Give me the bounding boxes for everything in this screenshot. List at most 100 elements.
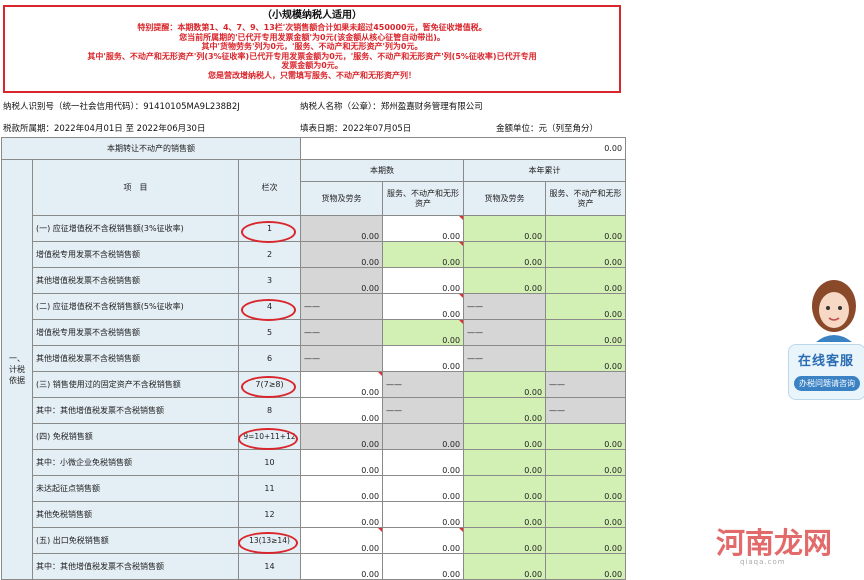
highlight-oval [241, 299, 296, 321]
transfer-realestate-label: 本期转让不动产的销售额 [0, 137, 302, 160]
cell-services-ytd: —— [545, 397, 627, 424]
row-label: 未达起征点销售额 [32, 475, 239, 502]
cell-goods-current: 0.00 [300, 215, 384, 242]
reminder-panel: （小规模纳税人适用） 特别提醒：本期数第1、4、7、9、13栏'次销售额合计如果… [3, 5, 621, 93]
row-label: (一) 应征增值税不含税销售额(3%征收率) [32, 215, 239, 242]
cell-services-current[interactable]: 0.00 [382, 501, 465, 528]
ytd-header: 本年累计 [463, 159, 627, 182]
row-column-no: 11 [237, 475, 302, 502]
cell-services-ytd: 0.00 [545, 553, 627, 580]
cell-services-ytd: 0.00 [545, 293, 627, 320]
table-row: (一) 应征增值税不含税销售额(3%征收率) 1 0.00 0.00 0.00 … [2, 215, 627, 242]
taxpayer-id-label: 纳税人识别号（统一社会信用代码）： [3, 102, 144, 112]
cell-goods-current: —— [300, 319, 384, 346]
reminder-line: 其中'服务、不动产和无形资产'列(3%征收率)已代开专用发票金额为0元，'服务、… [87, 51, 537, 61]
reminder-line: 发票金额为0元。 [281, 61, 343, 70]
cell-services-ytd: 0.00 [545, 345, 627, 372]
cell-services-current[interactable]: 0.00 [382, 267, 465, 294]
row-label: 增值税专用发票不含税销售额 [32, 319, 239, 346]
row-column-no: 6 [237, 345, 302, 372]
cell-goods-ytd: —— [463, 293, 547, 320]
cell-goods-current: 0.00 [300, 423, 384, 450]
table-row: 其他免税销售额 12 0.00 0.00 0.00 0.00 [2, 501, 627, 528]
cell-goods-ytd: 0.00 [463, 371, 547, 398]
cell-services-current[interactable]: 0.00 [382, 527, 465, 554]
service-title: 在线客服 [798, 354, 855, 369]
cell-services-current[interactable]: 0.00 [382, 553, 465, 580]
cell-goods-ytd: 0.00 [463, 501, 547, 528]
cell-services-current[interactable]: 0.00 [382, 215, 465, 242]
cell-services-current: 0.00 [382, 319, 465, 346]
cell-services-current[interactable]: 0.00 [382, 475, 465, 502]
cell-goods-ytd: 0.00 [463, 241, 547, 268]
cell-goods-ytd: —— [463, 345, 547, 372]
cell-goods-current[interactable]: 0.00 [300, 527, 384, 554]
table-row: 其中：其他增值税发票不含税销售额 14 0.00 0.00 0.00 0.00 [2, 553, 627, 580]
cell-services-current[interactable]: 0.00 [382, 293, 465, 320]
reminder-title: （小规模纳税人适用） [262, 10, 362, 21]
cell-services-ytd: —— [545, 371, 627, 398]
current-period-header: 本期数 [300, 159, 465, 182]
amount-unit-label: 金额单位： [496, 124, 539, 134]
cell-services-ytd: 0.00 [545, 319, 627, 346]
table-row: (四) 免税销售额 9=10+11+12 0.00 0.00 0.00 0.00 [2, 423, 627, 450]
cell-goods-current[interactable]: 0.00 [300, 449, 384, 476]
row-label: 其中：小微企业免税销售额 [32, 449, 239, 476]
cell-goods-current[interactable]: 0.00 [300, 501, 384, 528]
table-row: 其中：其他增值税发票不含税销售额 8 0.00 —— 0.00 —— [2, 397, 627, 424]
cell-services-current: —— [382, 371, 465, 398]
row-label: (三) 销售使用过的固定资产不含税销售额 [32, 371, 239, 398]
reminder-line: 您当前所属期的'已代开专用发票金额'为0元(该金额从核心征管自动带出)。 [179, 32, 445, 42]
services-header: 服务、不动产和无形资产 [545, 181, 627, 216]
cell-services-current: 0.00 [382, 241, 465, 268]
service-subtitle[interactable]: 办税问题请咨询 [794, 376, 860, 391]
cell-services-current[interactable]: 0.00 [382, 449, 465, 476]
cell-services-ytd: 0.00 [545, 449, 627, 476]
cell-goods-ytd: 0.00 [463, 553, 547, 580]
taxpayer-name-value: 郑州盈嘉财务管理有限公司 [380, 102, 483, 112]
fill-date-label: 填表日期： [300, 124, 343, 134]
cell-services-ytd: 0.00 [545, 527, 627, 554]
cell-services-ytd: 0.00 [545, 215, 627, 242]
row-label: 其中：其他增值税发票不含税销售额 [32, 397, 239, 424]
reminder-line: 其中'货物劳务'列为0元，'服务、不动产和无形资产'列为0元。 [201, 42, 423, 51]
cell-services-ytd: 0.00 [545, 475, 627, 502]
transfer-realestate-value: 0.00 [300, 137, 627, 160]
cell-services-ytd: 0.00 [545, 501, 627, 528]
cell-services-ytd: 0.00 [545, 241, 627, 268]
tax-period-label: 税款所属期： [3, 124, 55, 134]
cell-goods-ytd: 0.00 [463, 527, 547, 554]
cell-services-ytd: 0.00 [545, 423, 627, 450]
highlight-oval [238, 428, 298, 450]
cell-goods-current: —— [300, 345, 384, 372]
tax-period-value: 2022年04月01日 至 2022年06月30日 [54, 124, 206, 134]
cell-goods-current[interactable]: 0.00 [300, 397, 384, 424]
reminder-line: 您是营改增纳税人，只需填写服务、不动产和无形资产列！ [208, 70, 416, 80]
row-label: 其他增值税发票不含税销售额 [32, 345, 239, 372]
item-header: 项 目 [32, 159, 239, 216]
cell-goods-current[interactable]: 0.00 [300, 553, 384, 580]
taxpayer-id-value: 91410105MA9L238B2J [143, 102, 240, 112]
row-label: (二) 应征增值税不含税销售额(5%征收率) [32, 293, 239, 320]
row-label: (四) 免税销售额 [32, 423, 239, 450]
section-label: 一、计税依据 [1, 159, 33, 580]
table-row: 未达起征点销售额 11 0.00 0.00 0.00 0.00 [2, 475, 627, 502]
cell-goods-current: 0.00 [300, 241, 384, 268]
tax-period: 税款所属期：2022年04月01日 至 2022年06月30日 [3, 122, 205, 134]
cell-services-current: 0.00 [382, 423, 465, 450]
row-label: 其他增值税发票不含税销售额 [32, 267, 239, 294]
cell-goods-current[interactable]: 0.00 [300, 475, 384, 502]
row-label: 其他免税销售额 [32, 501, 239, 528]
online-service-widget[interactable]: 在线客服 办税问题请咨询 [786, 276, 864, 400]
cell-goods-ytd: 0.00 [463, 423, 547, 450]
services-header: 服务、不动产和无形资产 [382, 181, 465, 216]
cell-goods-current[interactable]: 0.00 [300, 371, 384, 398]
fill-date-value: 2022年07月05日 [342, 124, 412, 134]
row-column-no: 5 [237, 319, 302, 346]
row-column-no: 2 [237, 241, 302, 268]
row-label: 其中：其他增值税发票不含税销售额 [32, 553, 239, 580]
watermark-site: qiaqa.com [740, 558, 786, 566]
row-column-no: 3 [237, 267, 302, 294]
table-row: 增值税专用发票不含税销售额 5 —— 0.00 —— 0.00 [2, 319, 627, 346]
cell-services-current[interactable]: 0.00 [382, 345, 465, 372]
